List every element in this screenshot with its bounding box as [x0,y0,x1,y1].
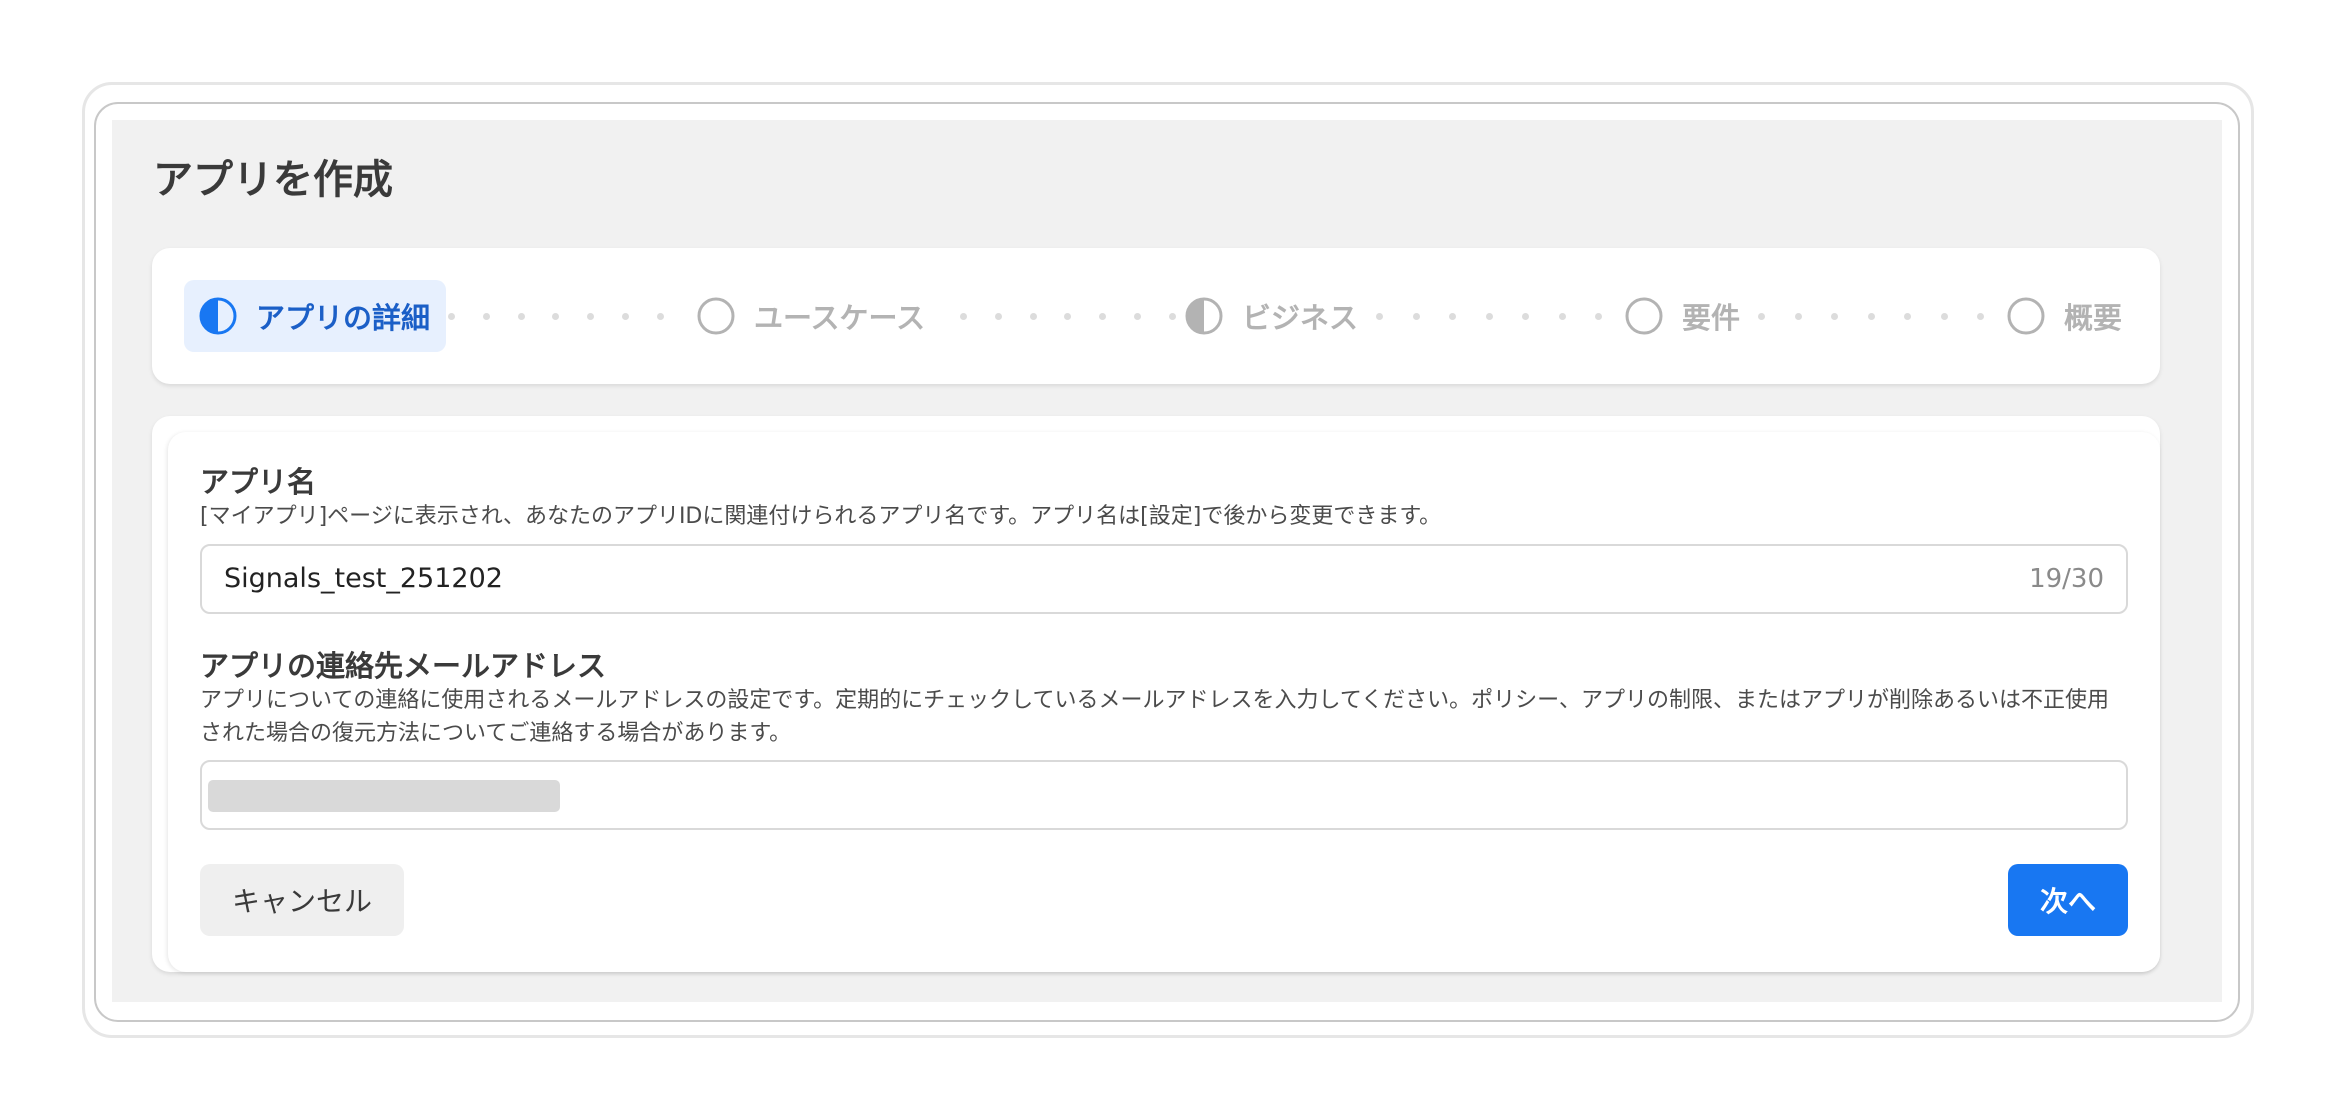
half-filled-circle-icon [1185,297,1223,335]
contact-email-input[interactable] [200,760,2128,830]
next-button[interactable]: 次へ [2008,864,2128,936]
half-filled-circle-icon [199,297,237,335]
step-label: ビジネス [1242,301,1359,335]
empty-circle-icon [2007,297,2045,335]
contact-email-description: アプリについての連絡に使用されるメールアドレスの設定です。定期的にチェックしてい… [200,688,2109,746]
step-requirements[interactable]: 要件 [1624,280,1740,352]
step-connector [448,312,664,320]
app-details-form: アプリ名 [マイアプリ]ページに表示され、あなたのアプリIDに関連付けられるアプ… [168,432,2160,972]
step-label: ユースケース [754,301,926,335]
page-title: アプリを作成 [153,157,393,203]
step-connector [1758,312,1984,320]
step-connector [1376,312,1602,320]
step-business[interactable]: ビジネス [1184,280,1358,352]
app-name-label: アプリ名 [200,465,317,499]
app-name-input[interactable]: Signals_test_251202 19/30 [200,544,2128,614]
step-connector [960,312,1176,320]
step-label: 要件 [1682,301,1741,335]
cancel-button[interactable]: キャンセル [200,864,404,936]
empty-circle-icon [697,297,735,335]
create-app-dialog: アプリを作成 アプリの詳細 ユースケース ビジネス 要件 概要 アプリ名 [マイ… [112,120,2222,1002]
step-app-details[interactable]: アプリの詳細 [184,280,447,352]
app-name-description: [マイアプリ]ページに表示され、あなたのアプリIDに関連付けられるアプリ名です。… [200,504,1442,529]
step-label: アプリの詳細 [256,301,431,335]
step-label: 概要 [2064,301,2123,335]
empty-circle-icon [1625,297,1663,335]
contact-email-label: アプリの連絡先メールアドレス [200,649,607,683]
redacted-email-value [208,780,560,812]
progress-stepper: アプリの詳細 ユースケース ビジネス 要件 概要 [152,248,2160,384]
character-counter: 19/30 [2029,564,2104,594]
step-summary[interactable]: 概要 [2006,280,2122,352]
app-name-value: Signals_test_251202 [224,563,503,594]
step-use-case[interactable]: ユースケース [696,280,925,352]
